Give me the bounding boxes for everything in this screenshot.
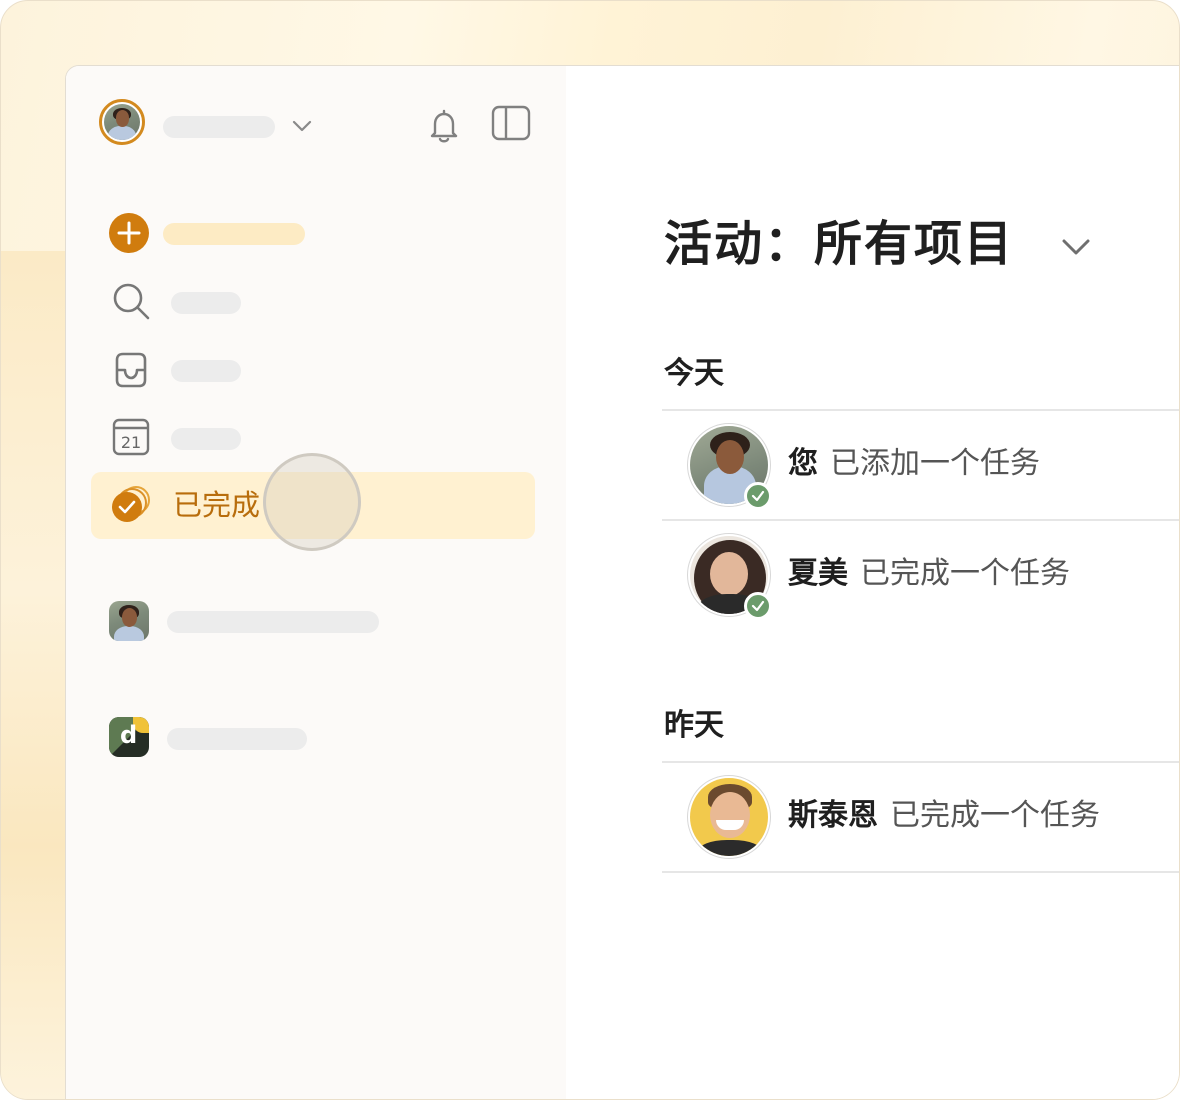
team-project-label-placeholder [167, 728, 307, 750]
today-label-placeholder [171, 428, 241, 450]
completed-check-badge-icon [744, 592, 772, 620]
inbox-label-placeholder [171, 360, 241, 382]
inbox-icon[interactable] [111, 350, 151, 390]
row-divider [662, 519, 1179, 521]
personal-project-label-placeholder [167, 611, 379, 633]
sidebar: 21 已完成 d [66, 66, 566, 1099]
personal-project-avatar[interactable] [109, 601, 149, 641]
team-project-logo[interactable]: d [109, 717, 149, 757]
app-window: 21 已完成 d 活动：所有项目 今天 您 已添加一个任务 夏美 已完成一个任务… [65, 65, 1179, 1099]
add-task-button[interactable] [109, 213, 149, 253]
section-label-today: 今天 [664, 356, 724, 391]
activity-action: 已完成一个任务 [860, 556, 1070, 591]
activity-actor: 斯泰恩 [788, 798, 878, 833]
calendar-icon[interactable]: 21 [111, 417, 151, 457]
section-divider [662, 409, 1179, 411]
account-chevron-down-icon[interactable] [290, 116, 314, 136]
activity-item[interactable]: 斯泰恩 已完成一个任务 [788, 796, 1100, 836]
activity-action: 已添加一个任务 [830, 446, 1040, 481]
plus-icon [117, 221, 141, 245]
completed-check-badge-icon [744, 482, 772, 510]
touch-indicator [263, 453, 361, 551]
search-label-placeholder [171, 292, 241, 314]
app-frame: 21 已完成 d 活动：所有项目 今天 您 已添加一个任务 夏美 已完成一个任务… [0, 0, 1180, 1100]
activity-action: 已完成一个任务 [890, 798, 1100, 833]
activity-item[interactable]: 您已添加一个任务 [788, 444, 1040, 484]
activity-avatar-stijn [687, 775, 771, 859]
bell-icon[interactable] [424, 106, 464, 146]
page-title[interactable]: 活动：所有项目 [664, 212, 1014, 276]
user-name-placeholder [163, 116, 275, 138]
sidebar-item-completed-label: 已完成 [173, 488, 261, 522]
add-task-label-placeholder [163, 223, 305, 245]
completed-check-icon [112, 486, 150, 522]
activity-item[interactable]: 夏美 已完成一个任务 [788, 554, 1070, 594]
project-filter-chevron-down-icon[interactable] [1058, 232, 1094, 262]
search-icon[interactable] [110, 280, 152, 322]
user-avatar[interactable] [99, 99, 145, 145]
activity-actor: 夏美 [788, 556, 848, 591]
activity-actor: 您 [788, 446, 818, 481]
svg-text:21: 21 [121, 433, 141, 452]
section-divider [662, 761, 1179, 763]
sidebar-toggle-icon[interactable] [490, 104, 532, 144]
main-content: 活动：所有项目 今天 您已添加一个任务 夏美 已完成一个任务 昨天 斯泰恩 已完… [566, 66, 1179, 1099]
section-label-yesterday: 昨天 [664, 708, 724, 743]
row-divider [662, 871, 1179, 873]
user-avatar-image [104, 104, 140, 140]
